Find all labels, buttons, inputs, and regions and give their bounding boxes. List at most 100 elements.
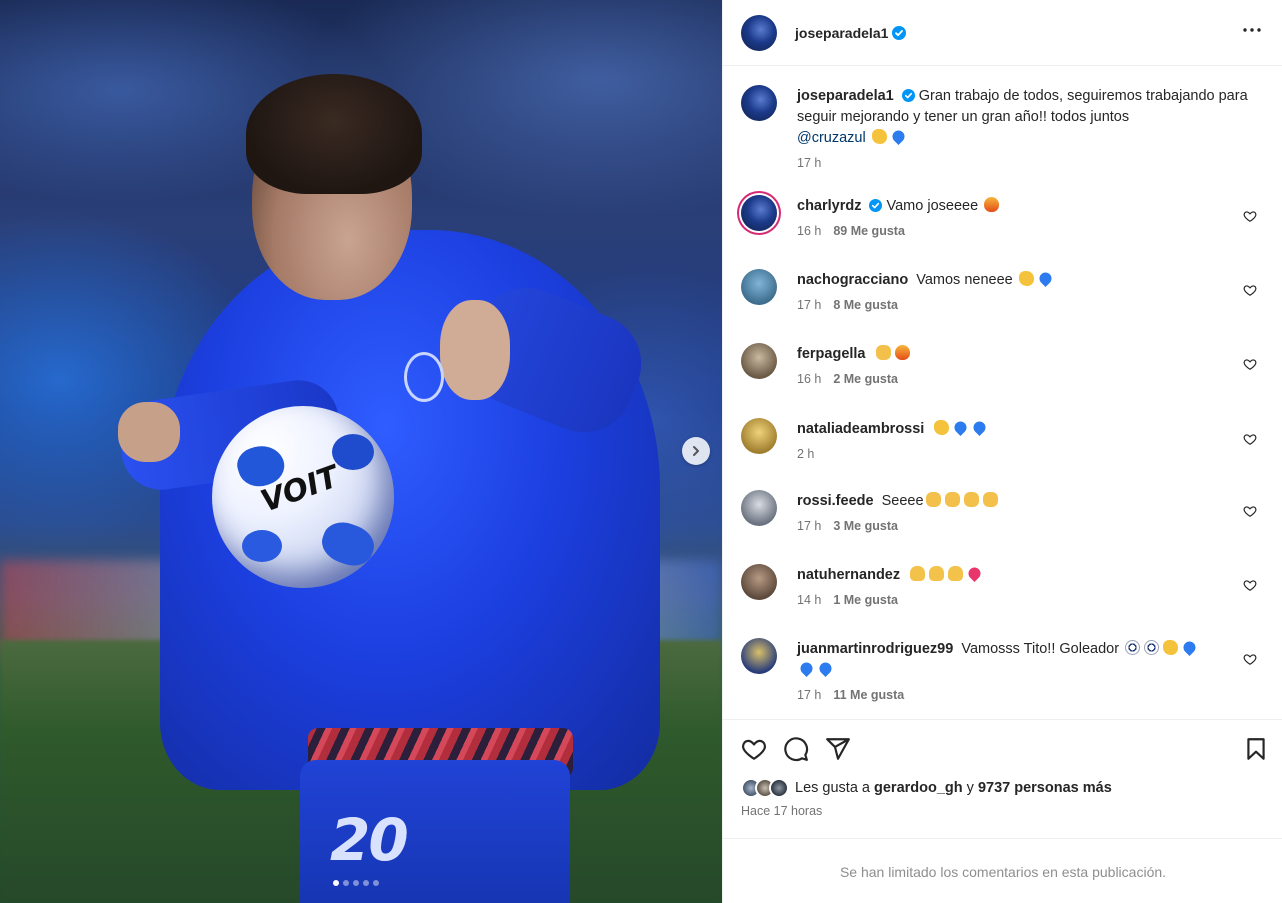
carousel-next-button[interactable] xyxy=(682,437,710,465)
shorts-number: 20 xyxy=(330,806,409,874)
comment-likes[interactable]: 3 Me gusta xyxy=(833,519,898,533)
comment-likes[interactable]: 1 Me gusta xyxy=(833,593,898,607)
comment-like-icon[interactable] xyxy=(1243,432,1257,446)
flexed-biceps-emoji-icon xyxy=(934,420,950,435)
likers-avatar-stack[interactable] xyxy=(741,778,789,798)
comments-limited-notice: Se han limitado los comentarios en esta … xyxy=(839,864,1167,880)
comment-like-icon[interactable] xyxy=(1243,652,1257,666)
blue-heart-emoji-icon xyxy=(971,419,989,436)
send-icon xyxy=(826,738,850,760)
heart-icon xyxy=(742,739,766,760)
caption-mention-link[interactable]: @cruzazul xyxy=(797,130,866,146)
comment-username[interactable]: charlyrdz xyxy=(797,198,861,214)
flexed-biceps-emoji-icon xyxy=(1163,640,1179,655)
verified-badge-icon xyxy=(869,199,883,212)
carousel-dot xyxy=(343,880,349,886)
chevron-right-icon xyxy=(693,446,699,456)
comment-username[interactable]: juanmartinrodriguez99 xyxy=(797,641,953,657)
pink-heart-emoji-icon xyxy=(966,565,984,582)
comment-likes[interactable]: 11 Me gusta xyxy=(833,688,904,702)
comment-avatar[interactable] xyxy=(741,638,777,674)
comment-row: juanmartinrodriguez99 Vamosss Tito!! Gol… xyxy=(741,638,1269,703)
comment-row: charlyrdz Vamo joseeee 16 h 89 Me gusta xyxy=(741,195,1269,239)
comment-row: nachogracciano Vamos neneee 17 h 8 Me gus… xyxy=(741,269,1269,313)
comment-button[interactable] xyxy=(783,736,809,762)
player-hair xyxy=(246,74,422,194)
soccer-ball-emoji-icon xyxy=(1144,640,1160,655)
likes-user-link[interactable]: gerardoo_gh xyxy=(874,780,963,796)
comment-row: nataliadeambrossi 2 h xyxy=(741,418,1269,462)
comment-username[interactable]: rossi.feede xyxy=(797,493,874,509)
comment-avatar[interactable] xyxy=(741,490,777,526)
comment-time: 16 h xyxy=(797,372,822,386)
comment-likes[interactable]: 89 Me gusta xyxy=(833,224,905,238)
clapping-hands-emoji-icon xyxy=(875,345,891,360)
comment-username[interactable]: ferpagella xyxy=(797,346,866,362)
comment-likes[interactable]: 2 Me gusta xyxy=(833,372,898,386)
comment-likes[interactable]: 8 Me gusta xyxy=(833,298,898,312)
raising-hands-emoji-icon xyxy=(929,566,945,581)
comment-username[interactable]: natuhernandez xyxy=(797,567,900,583)
verified-badge-icon xyxy=(892,25,907,40)
comment-row: rossi.feede Seeee 17 h 3 Me gusta xyxy=(741,490,1269,534)
comment-avatar[interactable] xyxy=(741,564,777,600)
raising-hands-emoji-icon xyxy=(948,566,964,581)
soccer-ball: VOIT xyxy=(212,406,394,588)
caption-username[interactable]: joseparadela1 xyxy=(797,88,894,104)
comment-icon xyxy=(784,737,809,762)
blue-heart-emoji-icon xyxy=(1181,639,1199,656)
comment-avatar[interactable] xyxy=(741,418,777,454)
clapping-hands-emoji-icon xyxy=(982,492,998,507)
comment-username[interactable]: nataliadeambrossi xyxy=(797,421,924,437)
clapping-hands-emoji-icon xyxy=(925,492,941,507)
post-header: joseparadela1 xyxy=(723,0,1282,66)
comments-list[interactable]: joseparadela1 Gran trabajo de todos, seg… xyxy=(723,67,1282,719)
carousel-indicator xyxy=(333,880,379,886)
comment-row: natuhernandez 14 h 1 Me gusta xyxy=(741,564,1269,608)
flexed-biceps-emoji-icon xyxy=(1018,271,1034,286)
flexed-biceps-emoji-icon xyxy=(871,129,887,144)
likes-joiner: y xyxy=(966,780,974,796)
share-button[interactable] xyxy=(825,736,851,762)
comment-avatar[interactable] xyxy=(741,195,777,231)
save-button[interactable] xyxy=(1243,736,1269,762)
post-actions: Les gusta a gerardoo_gh y 9737 personas … xyxy=(723,719,1282,818)
comment-avatar[interactable] xyxy=(741,269,777,305)
blue-heart-emoji-icon xyxy=(798,660,815,677)
comment-text: Vamo joseeee xyxy=(886,198,979,214)
likes-summary: Les gusta a gerardoo_gh y 9737 personas … xyxy=(741,778,1269,798)
fire-emoji-icon xyxy=(894,345,910,360)
like-button[interactable] xyxy=(741,736,767,762)
post-timestamp[interactable]: Hace 17 horas xyxy=(741,804,1269,818)
comment-row: ferpagella 16 h 2 Me gusta xyxy=(741,343,1269,387)
author-username[interactable]: joseparadela1 xyxy=(795,25,888,41)
fire-emoji-icon xyxy=(984,197,1000,212)
comment-like-icon[interactable] xyxy=(1243,578,1257,592)
carousel-dot xyxy=(373,880,379,886)
comment-username[interactable]: nachogracciano xyxy=(797,272,908,288)
blue-heart-emoji-icon xyxy=(952,419,970,436)
likes-others-link[interactable]: 9737 personas más xyxy=(978,780,1112,796)
comment-time: 17 h xyxy=(797,298,822,312)
comment-text: Seeee xyxy=(881,493,924,509)
liker-avatar xyxy=(769,778,789,798)
carousel-dot xyxy=(363,880,369,886)
player-hand-right xyxy=(440,300,510,400)
post-media[interactable]: 20 VOIT xyxy=(0,0,722,903)
post-caption: joseparadela1 Gran trabajo de todos, seg… xyxy=(741,85,1269,171)
comment-like-icon[interactable] xyxy=(1243,209,1257,223)
player-hand-left xyxy=(118,402,180,462)
clapping-hands-emoji-icon xyxy=(944,492,960,507)
caption-author-avatar[interactable] xyxy=(741,85,777,121)
comment-like-icon[interactable] xyxy=(1243,357,1257,371)
comment-avatar[interactable] xyxy=(741,343,777,379)
comment-time: 17 h xyxy=(797,688,822,702)
carousel-dot xyxy=(333,880,339,886)
comment-like-icon[interactable] xyxy=(1243,283,1257,297)
comment-like-icon[interactable] xyxy=(1243,504,1257,518)
bookmark-icon xyxy=(1247,738,1265,760)
verified-badge-icon xyxy=(901,89,915,102)
more-options-button[interactable] xyxy=(1240,18,1264,48)
likes-prefix: Les gusta a xyxy=(795,780,870,796)
author-avatar[interactable] xyxy=(741,14,777,51)
